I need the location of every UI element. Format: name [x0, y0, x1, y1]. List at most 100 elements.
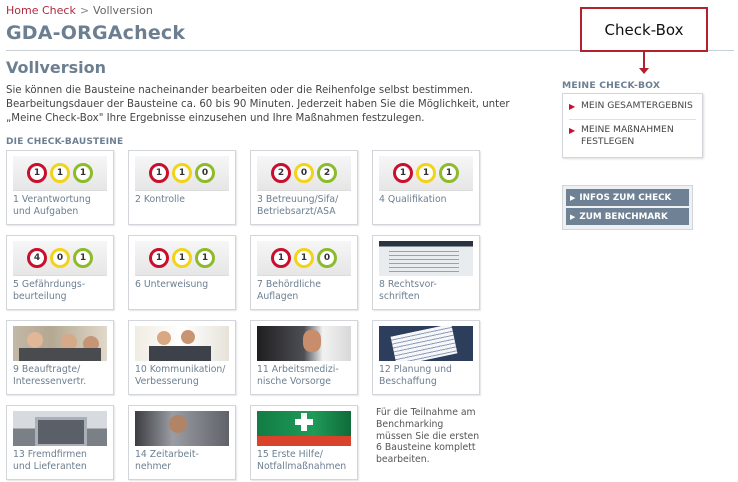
- overall-result-link[interactable]: ▶ MEIN GESAMTERGEBNIS: [569, 100, 696, 113]
- check-box-divider: [569, 119, 696, 120]
- first-aid-sign-strip: [257, 436, 351, 446]
- arrow-down-icon: [643, 52, 645, 69]
- score-red-circle: 1: [149, 163, 169, 183]
- score-yellow-circle: 1: [172, 248, 192, 268]
- check-box-heading: MEINE CHECK-BOX: [562, 80, 661, 91]
- first-aid-photo: [257, 411, 351, 446]
- check-box-panel: ▶ MEIN GESAMTERGEBNIS ▶ MEINE MAßNAHMEN …: [562, 93, 703, 158]
- module-tile-8[interactable]: 8 Rechtsvor-schriften: [372, 235, 480, 310]
- module-label: 9 Beauftragte/ Interessenvertr.: [13, 364, 87, 387]
- module-tile-5[interactable]: 4 0 1 5 Gefährdungs-beurteilung: [6, 235, 114, 310]
- score-red-circle: 1: [149, 248, 169, 268]
- module-image: [13, 326, 107, 361]
- module-tile-1[interactable]: 1 1 1 1 Verantwortung und Aufgaben: [6, 150, 114, 225]
- benchmark-note: Für die Teilnahme am Benchmarking müssen…: [376, 407, 480, 466]
- module-label: 8 Rechtsvor-schriften: [379, 279, 437, 302]
- breadcrumb-separator: >: [79, 4, 90, 17]
- meeting-photo: [13, 326, 107, 361]
- document-photo: [379, 241, 473, 276]
- module-image: [257, 411, 351, 446]
- module-label: 1 Verantwortung und Aufgaben: [13, 194, 91, 217]
- overall-result-label: MEIN GESAMTERGEBNIS: [581, 100, 693, 111]
- module-label: 10 Kommunikation/ Verbesserung: [135, 364, 226, 387]
- benchmark-label: ZUM BENCHMARK: [579, 211, 668, 222]
- module-tile-7[interactable]: 1 1 0 7 Behördliche Auflagen: [250, 235, 358, 310]
- module-label: 12 Planung und Beschaffung: [379, 364, 452, 387]
- module-tile-15[interactable]: 15 Erste Hilfe/ Notfallmaßnahmen: [250, 405, 358, 480]
- module-tile-14[interactable]: 14 Zeitarbeit-nehmer: [128, 405, 236, 480]
- module-tile-3[interactable]: 2 0 2 3 Betreuung/Sifa/ Betriebsarzt/ASA: [250, 150, 358, 225]
- define-measures-link[interactable]: ▶ MEINE MAßNAHMEN FESTLEGEN: [569, 124, 696, 148]
- module-tile-10[interactable]: 10 Kommunikation/ Verbesserung: [128, 320, 236, 395]
- module-tile-2[interactable]: 1 1 0 2 Kontrolle: [128, 150, 236, 225]
- score-indicator: 1 1 1: [13, 156, 107, 191]
- module-tile-12[interactable]: 12 Planung und Beschaffung: [372, 320, 480, 395]
- arrow-head-icon: [639, 68, 649, 74]
- infos-check-button[interactable]: ▶ INFOS ZUM CHECK: [566, 189, 689, 206]
- triangle-right-icon: ▶: [569, 102, 576, 111]
- infos-check-label: INFOS ZUM CHECK: [579, 192, 672, 203]
- module-tile-6[interactable]: 1 1 1 6 Unterweisung: [128, 235, 236, 310]
- score-yellow-circle: 1: [172, 163, 192, 183]
- score-red-circle: 1: [393, 163, 413, 183]
- score-red-circle: 4: [27, 248, 47, 268]
- module-label: 4 Qualifikation: [379, 194, 447, 205]
- worker-photo: [135, 411, 229, 446]
- module-tile-9[interactable]: 9 Beauftragte/ Interessenvertr.: [6, 320, 114, 395]
- module-tile-13[interactable]: 13 Fremdfirmen und Lieferanten: [6, 405, 114, 480]
- score-green-circle: 1: [439, 163, 459, 183]
- score-green-circle: 2: [317, 163, 337, 183]
- module-image: [379, 241, 473, 276]
- score-red-circle: 2: [271, 163, 291, 183]
- triangle-right-icon: ▶: [570, 212, 576, 221]
- paper-photo: [379, 326, 473, 361]
- score-indicator: 2 0 2: [257, 156, 351, 191]
- score-green-circle: 1: [73, 163, 93, 183]
- module-label: 13 Fremdfirmen und Lieferanten: [13, 449, 87, 472]
- score-indicator: 4 0 1: [13, 241, 107, 276]
- score-indicator: 1 1 1: [135, 241, 229, 276]
- info-button-panel: ▶ INFOS ZUM CHECK ▶ ZUM BENCHMARK: [562, 185, 693, 230]
- module-label: 15 Erste Hilfe/ Notfallmaßnahmen: [257, 449, 347, 472]
- module-label: 7 Behördliche Auflagen: [257, 279, 321, 302]
- check-box-callout: Check-Box: [580, 7, 708, 52]
- app-title: GDA-ORGAcheck: [6, 22, 186, 44]
- score-yellow-circle: 1: [50, 163, 70, 183]
- score-red-circle: 1: [27, 163, 47, 183]
- breadcrumb: Home Check > Vollversion: [6, 4, 153, 17]
- page-title: Vollversion: [6, 58, 107, 77]
- module-label: 14 Zeitarbeit-nehmer: [135, 449, 199, 472]
- score-red-circle: 1: [271, 248, 291, 268]
- module-image: [257, 326, 351, 361]
- module-grid: 1 1 1 1 Verantwortung und Aufgaben 1 1 0…: [6, 150, 496, 480]
- score-yellow-circle: 1: [294, 248, 314, 268]
- define-measures-label: MEINE MAßNAHMEN FESTLEGEN: [581, 124, 674, 147]
- breadcrumb-current: Vollversion: [93, 4, 153, 17]
- module-tile-11[interactable]: 11 Arbeitsmedizi-nische Vorsorge: [250, 320, 358, 395]
- triangle-right-icon: ▶: [570, 193, 576, 202]
- module-label: 11 Arbeitsmedizi-nische Vorsorge: [257, 364, 339, 387]
- score-yellow-circle: 1: [416, 163, 436, 183]
- breadcrumb-home-link[interactable]: Home Check: [6, 4, 76, 17]
- module-label: 3 Betreuung/Sifa/ Betriebsarzt/ASA: [257, 194, 339, 217]
- group-photo: [135, 326, 229, 361]
- score-yellow-circle: 0: [50, 248, 70, 268]
- module-image: [135, 326, 229, 361]
- module-image: [135, 411, 229, 446]
- module-image: [13, 411, 107, 446]
- score-green-circle: 1: [195, 248, 215, 268]
- modules-heading: DIE CHECK-BAUSTEINE: [6, 137, 124, 147]
- benchmark-button[interactable]: ▶ ZUM BENCHMARK: [566, 208, 689, 225]
- score-green-circle: 1: [73, 248, 93, 268]
- intro-text: Sie können die Bausteine nacheinander be…: [6, 85, 510, 124]
- score-green-circle: 0: [195, 163, 215, 183]
- medical-photo: [257, 326, 351, 361]
- module-label: 2 Kontrolle: [135, 194, 185, 205]
- score-green-circle: 0: [317, 248, 337, 268]
- module-image: [379, 326, 473, 361]
- score-yellow-circle: 0: [294, 163, 314, 183]
- module-label: 6 Unterweisung: [135, 279, 209, 290]
- score-indicator: 1 1 0: [257, 241, 351, 276]
- triangle-right-icon: ▶: [569, 126, 576, 135]
- module-tile-4[interactable]: 1 1 1 4 Qualifikation: [372, 150, 480, 225]
